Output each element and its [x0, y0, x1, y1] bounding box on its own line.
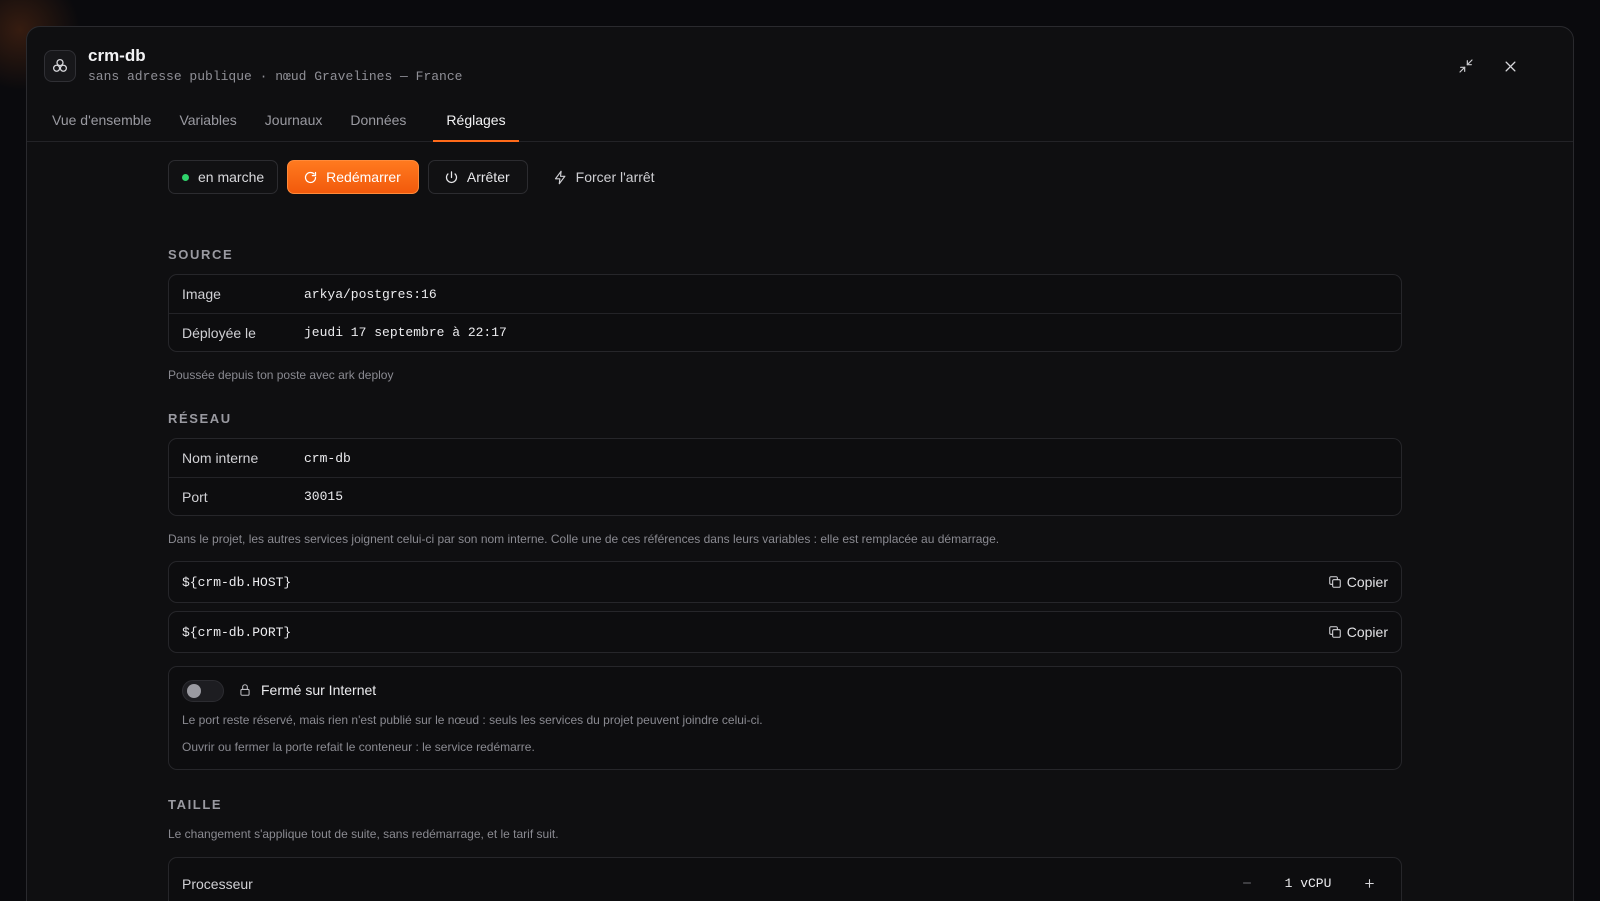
copy-label: Copier	[1346, 574, 1388, 590]
network-table: Nom interne crm-db Port 30015	[168, 438, 1402, 516]
force-stop-button[interactable]: Forcer l'arrêt	[537, 160, 673, 194]
tab-settings[interactable]: Réglages	[433, 110, 519, 142]
decrement-button[interactable]	[1235, 871, 1259, 895]
force-stop-label: Forcer l'arrêt	[575, 169, 655, 185]
power-icon	[445, 170, 457, 183]
action-bar: en marche Redémarrer Arrêter Forcer l'ar…	[168, 160, 673, 194]
table-row: Nom interne crm-db	[169, 439, 1401, 477]
row-value: 30015	[304, 489, 344, 504]
copy-icon	[1328, 576, 1341, 588]
stop-label: Arrêter	[466, 169, 510, 185]
processor-row: Processeur 1 vCPU	[168, 857, 1402, 901]
processor-label: Processeur	[182, 876, 253, 892]
row-value: jeudi 17 septembre à 22:17	[304, 325, 507, 340]
size-section-title: TAILLE	[168, 797, 223, 812]
restart-icon	[305, 171, 317, 183]
processor-stepper: 1 vCPU	[1235, 871, 1381, 895]
restart-label: Redémarrer	[326, 169, 401, 185]
status-label: en marche	[198, 169, 265, 185]
size-note: Le changement s'applique tout de suite, …	[168, 827, 559, 841]
reference-row-host: ${crm-db.HOST} Copier	[168, 561, 1402, 603]
row-key: Nom interne	[182, 450, 259, 466]
exposure-warning: Ouvrir ou fermer la porte refait le cont…	[182, 740, 535, 754]
tab-data[interactable]: Données	[350, 110, 406, 142]
copy-icon	[1328, 626, 1341, 638]
reference-code: ${crm-db.PORT}	[182, 624, 292, 640]
source-table: Image arkya/postgres:16 Déployée le jeud…	[168, 274, 1402, 352]
service-icon	[44, 50, 76, 82]
toggle-knob	[187, 684, 201, 698]
tab-overview[interactable]: Vue d'ensemble	[52, 110, 151, 142]
tab-bar: Vue d'ensemble Variables Journaux Donnée…	[52, 110, 534, 142]
tab-logs[interactable]: Journaux	[265, 110, 323, 142]
plus-icon	[1364, 878, 1374, 888]
exposure-description: Le port reste réservé, mais rien n'est p…	[182, 713, 763, 727]
lock-icon	[240, 684, 250, 696]
exposure-label: Fermé sur Internet	[238, 682, 376, 698]
tab-variables[interactable]: Variables	[179, 110, 236, 142]
copy-host-button[interactable]: Copier	[1328, 574, 1388, 590]
collapse-icon[interactable]	[1454, 54, 1478, 78]
row-value: crm-db	[304, 450, 351, 466]
copy-port-button[interactable]: Copier	[1328, 624, 1388, 640]
row-key: Port	[182, 488, 208, 505]
lightning-icon	[554, 170, 566, 184]
network-section-title: RÉSEAU	[168, 411, 232, 426]
row-key: Image	[182, 286, 221, 302]
table-row: Port 30015	[169, 477, 1401, 515]
minus-icon	[1243, 882, 1251, 884]
internet-exposure-box: Fermé sur Internet Le port reste réservé…	[168, 666, 1402, 770]
row-key: Déployée le	[182, 324, 256, 341]
reference-row-port: ${crm-db.PORT} Copier	[168, 611, 1402, 653]
panel-header: crm-db sans adresse publique · nœud Grav…	[27, 27, 1573, 142]
close-icon[interactable]	[1498, 54, 1522, 78]
exposure-label-text: Fermé sur Internet	[261, 682, 377, 698]
service-panel: crm-db sans adresse publique · nœud Grav…	[26, 26, 1574, 901]
increment-button[interactable]	[1357, 871, 1381, 895]
service-name: crm-db	[88, 46, 146, 65]
row-value: arkya/postgres:16	[304, 286, 437, 302]
source-section-title: SOURCE	[168, 247, 234, 262]
status-dot	[182, 173, 189, 181]
service-subtitle: sans adresse publique · nœud Gravelines …	[88, 69, 463, 84]
status-badge: en marche	[168, 160, 279, 194]
network-note: Dans le projet, les autres services joig…	[168, 532, 1000, 546]
restart-button[interactable]: Redémarrer	[287, 160, 419, 194]
reference-code: ${crm-db.HOST}	[182, 574, 292, 590]
table-row: Déployée le jeudi 17 septembre à 22:17	[169, 313, 1401, 351]
source-note: Poussée depuis ton poste avec ark deploy	[168, 368, 394, 382]
copy-label: Copier	[1346, 624, 1388, 640]
stop-button[interactable]: Arrêter	[427, 160, 528, 194]
processor-value: 1 vCPU	[1284, 875, 1332, 891]
internet-exposure-toggle[interactable]	[182, 680, 224, 702]
table-row: Image arkya/postgres:16	[169, 275, 1401, 313]
